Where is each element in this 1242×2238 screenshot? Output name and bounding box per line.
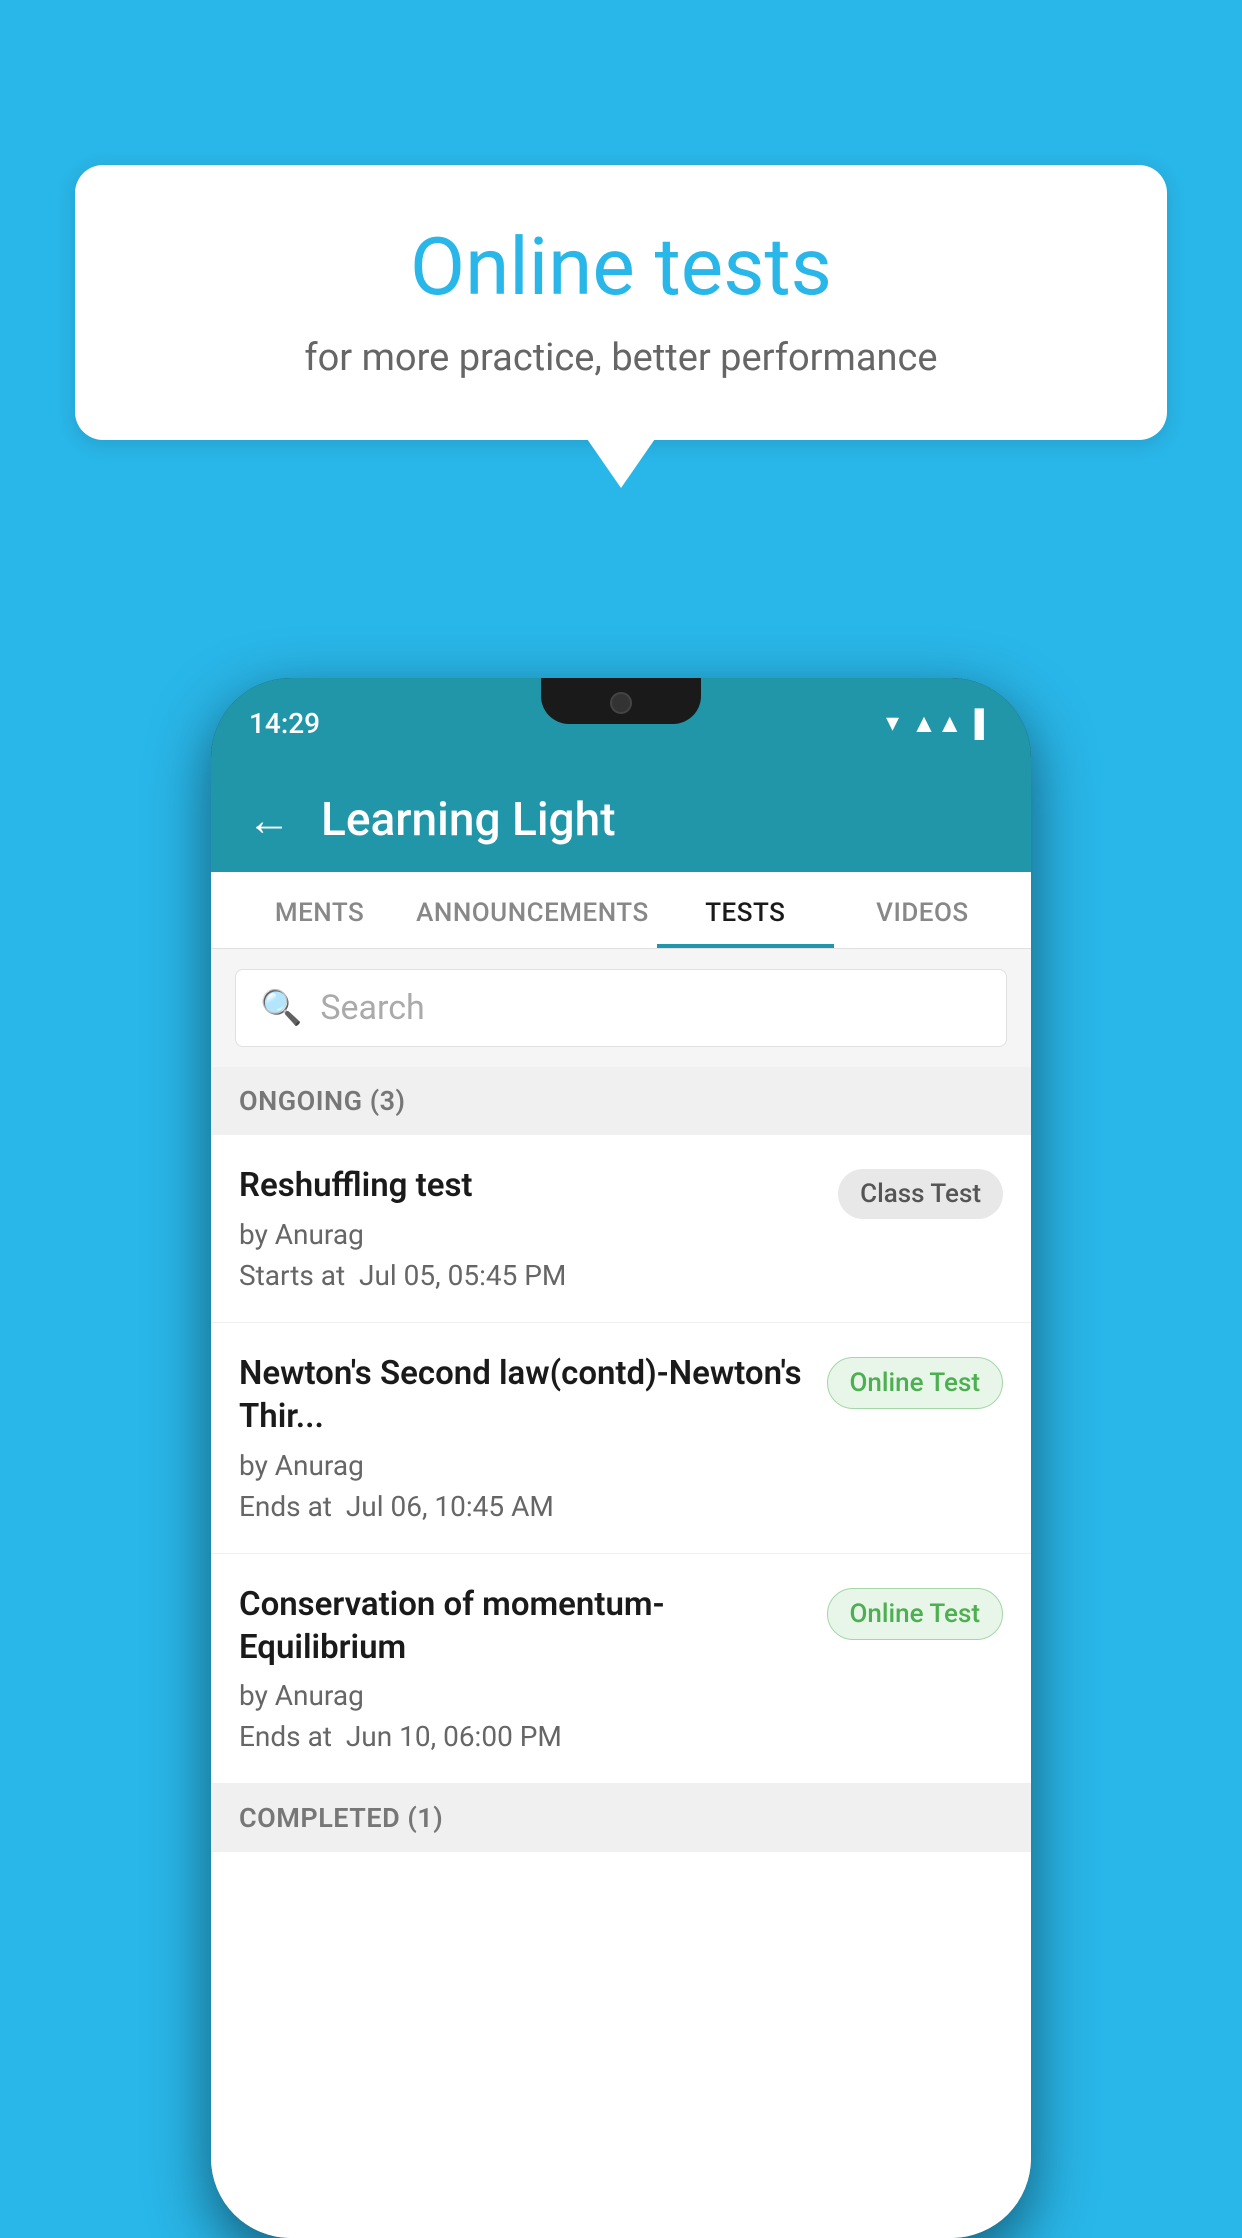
test-time-3: Ends at Jun 10, 06:00 PM: [239, 1720, 807, 1753]
promo-title: Online tests: [135, 220, 1107, 314]
promo-card: Online tests for more practice, better p…: [75, 165, 1167, 440]
test-info-1: Reshuffling test by Anurag Starts at Jul…: [239, 1165, 838, 1292]
test-name-2: Newton's Second law(contd)-Newton's Thir…: [239, 1353, 807, 1439]
test-info-3: Conservation of momentum-Equilibrium by …: [239, 1584, 827, 1754]
back-button[interactable]: ←: [247, 794, 291, 846]
test-item-3[interactable]: Conservation of momentum-Equilibrium by …: [211, 1554, 1031, 1785]
test-name-1: Reshuffling test: [239, 1165, 818, 1208]
phone-notch: [541, 678, 701, 724]
status-icons: ▾ ▲▲ ▌: [886, 708, 993, 739]
battery-icon: ▌: [975, 708, 993, 739]
front-camera: [610, 692, 632, 714]
status-time: 14:29: [249, 707, 320, 740]
tab-tests[interactable]: TESTS: [657, 872, 834, 948]
search-container: 🔍 Search: [211, 949, 1031, 1067]
completed-section-header: COMPLETED (1): [211, 1784, 1031, 1852]
ongoing-section-header: ONGOING (3): [211, 1067, 1031, 1135]
test-name-3: Conservation of momentum-Equilibrium: [239, 1584, 807, 1670]
search-input[interactable]: Search: [320, 988, 424, 1028]
test-list: Reshuffling test by Anurag Starts at Jul…: [211, 1135, 1031, 2238]
test-badge-1: Class Test: [838, 1169, 1003, 1219]
tab-videos[interactable]: VIDEOS: [834, 872, 1011, 948]
test-info-2: Newton's Second law(contd)-Newton's Thir…: [239, 1353, 827, 1523]
app-title: Learning Light: [321, 793, 616, 847]
test-badge-3: Online Test: [827, 1588, 1004, 1640]
test-item-1[interactable]: Reshuffling test by Anurag Starts at Jul…: [211, 1135, 1031, 1323]
test-time-1: Starts at Jul 05, 05:45 PM: [239, 1259, 818, 1292]
test-by-1: by Anurag: [239, 1218, 818, 1251]
phone-screen: ← Learning Light MENTS ANNOUNCEMENTS TES…: [211, 768, 1031, 2238]
test-badge-2: Online Test: [827, 1357, 1004, 1409]
search-box[interactable]: 🔍 Search: [235, 969, 1007, 1047]
app-header: ← Learning Light: [211, 768, 1031, 872]
status-bar: 14:29 ▾ ▲▲ ▌: [211, 678, 1031, 768]
search-icon: 🔍: [260, 988, 302, 1028]
test-by-2: by Anurag: [239, 1449, 807, 1482]
promo-subtitle: for more practice, better performance: [135, 336, 1107, 380]
signal-icon: ▲▲: [911, 708, 962, 739]
tabs-bar: MENTS ANNOUNCEMENTS TESTS VIDEOS: [211, 872, 1031, 949]
tab-announcements[interactable]: ANNOUNCEMENTS: [408, 872, 657, 948]
test-by-3: by Anurag: [239, 1679, 807, 1712]
wifi-icon: ▾: [886, 708, 899, 738]
phone-frame: 14:29 ▾ ▲▲ ▌ ← Learning Light MENTS ANNO…: [211, 678, 1031, 2238]
tab-ments[interactable]: MENTS: [231, 872, 408, 948]
test-time-2: Ends at Jul 06, 10:45 AM: [239, 1490, 807, 1523]
test-item-2[interactable]: Newton's Second law(contd)-Newton's Thir…: [211, 1323, 1031, 1554]
